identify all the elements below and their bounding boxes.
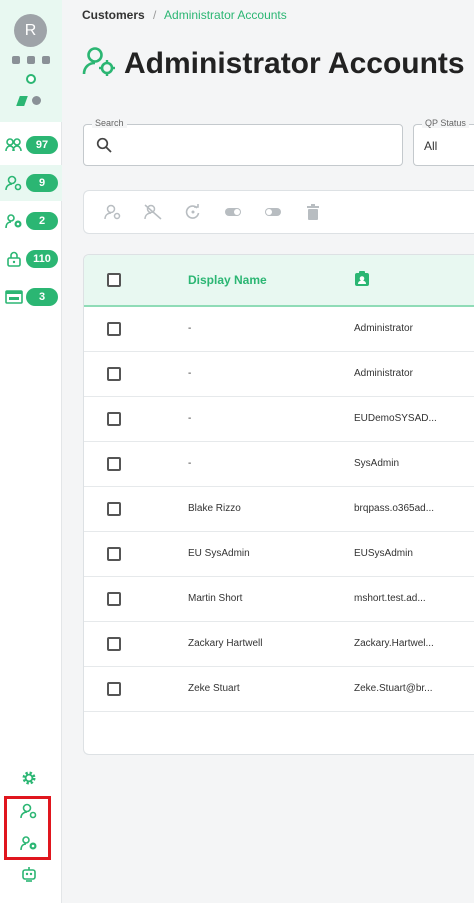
toggle-off-icon[interactable] — [264, 203, 282, 221]
app-window-icon — [5, 288, 23, 306]
users-group-icon — [5, 136, 23, 154]
table-row[interactable]: Zackary Hartwell Zackary.Hartwel... — [84, 622, 474, 667]
username-cell: SysAdmin — [354, 458, 400, 469]
lock-count-badge: 110 — [26, 250, 58, 268]
username-cell: mshort.test.ad... — [354, 593, 426, 604]
user-settings-count-badge: 2 — [26, 212, 58, 230]
username-cell: Zackary.Hartwel... — [354, 638, 434, 649]
display-name-cell: - — [188, 368, 192, 379]
robot-icon[interactable] — [19, 864, 39, 884]
admin-disable-icon[interactable] — [144, 203, 162, 221]
username-cell: Zeke.Stuart@br... — [354, 683, 433, 694]
admin-user-icon — [82, 46, 116, 81]
admin-add-icon[interactable] — [104, 203, 122, 221]
admin-user-icon — [5, 174, 23, 192]
table-row[interactable]: - SysAdmin — [84, 442, 474, 487]
table-row[interactable]: Martin Short mshort.test.ad... — [84, 577, 474, 622]
table-body: - Administrator - Administrator - EUDemoSYSAD… — [84, 307, 474, 712]
row-checkbox[interactable] — [107, 502, 121, 516]
table-header: Display Name — [84, 255, 474, 307]
row-checkbox[interactable] — [107, 682, 121, 696]
table-row[interactable]: Blake Rizzo brqpass.o365ad... — [84, 487, 474, 532]
display-name-cell: - — [188, 458, 192, 469]
lock-icon — [5, 250, 23, 268]
row-checkbox[interactable] — [107, 457, 121, 471]
select-all-checkbox[interactable] — [107, 273, 121, 287]
sidebar: R 97 9 2 110 3 — [0, 0, 62, 903]
admin-accounts-table: Display Name - Administrator - Administrato… — [83, 254, 474, 755]
username-cell: Administrator — [354, 323, 413, 334]
row-checkbox[interactable] — [107, 637, 121, 651]
main-content: Customers / Administrator Accounts Admin… — [62, 0, 474, 903]
row-checkbox[interactable] — [107, 412, 121, 426]
toolbar — [83, 190, 474, 234]
breadcrumb: Customers / Administrator Accounts — [82, 8, 287, 22]
page-title: Administrator Accounts — [124, 46, 465, 80]
table-row[interactable]: - EUDemoSYSAD... — [84, 397, 474, 442]
row-checkbox[interactable] — [107, 547, 121, 561]
sidebar-item-users[interactable]: 97 — [0, 127, 62, 163]
username-cell: EUSysAdmin — [354, 548, 413, 559]
sidebar-item-lock[interactable]: 110 — [0, 241, 62, 277]
trash-icon[interactable] — [304, 203, 322, 221]
table-row[interactable]: - Administrator — [84, 352, 474, 397]
username-cell: EUDemoSYSAD... — [354, 413, 437, 424]
toggle-on-icon[interactable] — [224, 203, 242, 221]
user-settings-icon[interactable] — [19, 833, 39, 853]
username-cell: brqpass.o365ad... — [354, 503, 435, 514]
display-name-cell: Zeke Stuart — [188, 683, 240, 694]
admin-user-icon[interactable] — [19, 801, 39, 821]
qp-status-value: All — [424, 139, 438, 153]
sidebar-item-user-settings[interactable]: 2 — [0, 203, 62, 239]
apps-count-badge: 3 — [26, 288, 58, 306]
display-name-cell: Martin Short — [188, 593, 243, 604]
reset-icon[interactable] — [184, 203, 202, 221]
avatar[interactable]: R — [14, 14, 47, 47]
search-label: Search — [92, 118, 127, 128]
breadcrumb-customers[interactable]: Customers — [82, 8, 145, 22]
row-checkbox[interactable] — [107, 592, 121, 606]
status-icons — [12, 56, 50, 66]
users-count-badge: 97 — [26, 136, 58, 154]
qp-status-label: QP Status — [422, 118, 469, 128]
row-checkbox[interactable] — [107, 322, 121, 336]
display-name-cell: Blake Rizzo — [188, 503, 241, 514]
status-circle-icon — [26, 74, 36, 84]
qp-status-select[interactable]: QP Status All — [413, 118, 474, 166]
display-name-cell: - — [188, 413, 192, 424]
display-name-cell: - — [188, 323, 192, 334]
profile-panel: R — [0, 0, 62, 122]
sidebar-item-apps[interactable]: 3 — [0, 279, 62, 315]
search-field[interactable]: Search — [83, 118, 403, 166]
search-icon — [96, 137, 112, 158]
breadcrumb-current: Administrator Accounts — [164, 8, 287, 22]
gear-icon[interactable] — [19, 768, 39, 788]
table-row[interactable]: - Administrator — [84, 307, 474, 352]
user-settings-icon — [5, 212, 23, 230]
display-name-cell: Zackary Hartwell — [188, 638, 263, 649]
column-display-name[interactable]: Display Name — [188, 273, 267, 287]
admins-count-badge: 9 — [26, 174, 58, 192]
table-row[interactable]: EU SysAdmin EUSysAdmin — [84, 532, 474, 577]
sidebar-item-admins[interactable]: 9 — [0, 165, 62, 201]
contact-card-icon[interactable] — [354, 271, 370, 292]
table-row[interactable]: Zeke Stuart Zeke.Stuart@br... — [84, 667, 474, 712]
breadcrumb-separator: / — [153, 8, 157, 22]
username-cell: Administrator — [354, 368, 413, 379]
page-header: Administrator Accounts — [82, 46, 465, 81]
row-checkbox[interactable] — [107, 367, 121, 381]
display-name-cell: EU SysAdmin — [188, 548, 250, 559]
connection-icons — [16, 96, 41, 106]
